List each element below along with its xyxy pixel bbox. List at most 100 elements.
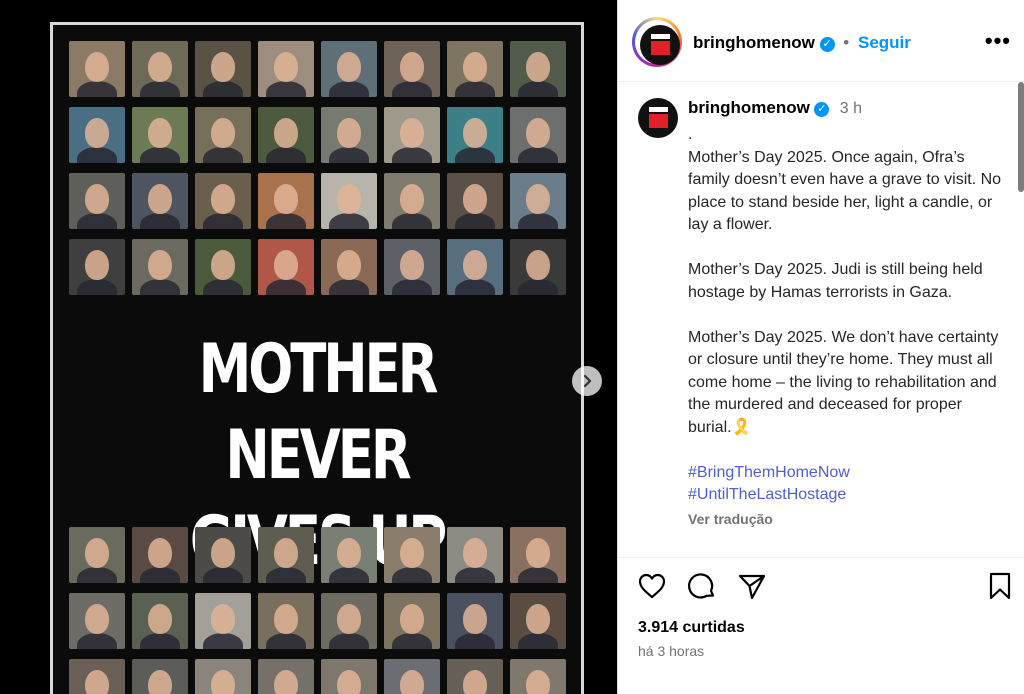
verified-icon: ✓ (814, 102, 830, 117)
hostage-photo (69, 107, 125, 163)
poster-image: MOTHER NEVER GIVES UP (50, 22, 584, 694)
hostage-photo (384, 173, 440, 229)
header-separator: • (843, 33, 850, 52)
hostage-photo (510, 659, 566, 694)
caption-paragraph: Mother’s Day 2025. Once again, Ofra’s fa… (688, 148, 1002, 234)
hostage-photo (321, 173, 377, 229)
comment-button[interactable] (686, 570, 718, 602)
hostage-photo (384, 107, 440, 163)
hostage-photo (321, 659, 377, 694)
hostage-photo (195, 239, 251, 295)
share-icon (738, 574, 766, 600)
hostage-photo (384, 593, 440, 649)
story-ring[interactable] (632, 17, 682, 67)
scrollbar-thumb[interactable] (1018, 82, 1024, 192)
header-username[interactable]: bringhomenow (693, 33, 815, 52)
comment-icon (687, 573, 715, 599)
hostage-photo (447, 239, 503, 295)
chevron-right-icon (583, 374, 592, 388)
action-bar (618, 570, 1024, 610)
hostage-photo (447, 107, 503, 163)
hostage-photo (258, 659, 314, 694)
post-time[interactable]: há 3 horas (638, 643, 704, 659)
hostage-photo (69, 659, 125, 694)
hostage-photo (447, 659, 503, 694)
avatar[interactable] (640, 25, 680, 65)
hostage-photo (447, 527, 503, 583)
hostage-photo (258, 107, 314, 163)
more-options-icon[interactable]: ••• (985, 28, 1011, 54)
hostage-photo (69, 239, 125, 295)
hostage-photo (132, 107, 188, 163)
hostage-photo (132, 41, 188, 97)
hostage-photo (321, 593, 377, 649)
hostage-photo (195, 173, 251, 229)
hostage-photo (321, 527, 377, 583)
hostage-photo (132, 239, 188, 295)
hostage-photo (69, 593, 125, 649)
see-translation-link[interactable]: Ver tradução (688, 508, 1008, 531)
caption-text: . Mother’s Day 2025. Once again, Ofra’s … (688, 124, 1008, 530)
follow-button[interactable]: Seguir (858, 33, 911, 52)
hostage-photo (510, 41, 566, 97)
hostage-photo (132, 659, 188, 694)
hostage-photo (384, 527, 440, 583)
faces-grid-top (69, 41, 566, 295)
hostage-photo (258, 527, 314, 583)
bookmark-icon (989, 572, 1011, 600)
hostage-photo (447, 593, 503, 649)
hostage-photo (195, 659, 251, 694)
hostage-photo (195, 593, 251, 649)
hostage-photo (384, 41, 440, 97)
hostage-photo (447, 173, 503, 229)
hostage-photo (69, 527, 125, 583)
caption-scrollbar[interactable] (1016, 82, 1024, 558)
share-button[interactable] (736, 570, 768, 602)
hostage-photo (258, 173, 314, 229)
caption-user-line: bringhomenow ✓ 3 h (688, 98, 862, 118)
faces-grid-bottom (69, 527, 566, 694)
hostage-photo (321, 41, 377, 97)
hostage-photo (510, 173, 566, 229)
hostage-photo (321, 107, 377, 163)
post-panel: bringhomenow ✓ • Seguir ••• bringhomenow… (617, 0, 1024, 694)
hostage-photo (510, 593, 566, 649)
hostage-photo (321, 239, 377, 295)
hostage-photo (195, 527, 251, 583)
hostage-photo (195, 107, 251, 163)
post-media[interactable]: MOTHER NEVER GIVES UP (0, 0, 617, 694)
heart-icon (638, 573, 666, 599)
hostage-photo (132, 593, 188, 649)
verified-icon: ✓ (819, 37, 835, 52)
hostage-photo (258, 41, 314, 97)
hostage-photo (510, 239, 566, 295)
hashtag-link[interactable]: #UntilTheLastHostage (688, 484, 1008, 507)
likes-count[interactable]: 3.914 curtidas (638, 619, 745, 637)
caption-dot: . (688, 126, 693, 143)
hostage-photo (132, 527, 188, 583)
hostage-photo (69, 173, 125, 229)
post-header: bringhomenow ✓ • Seguir ••• (618, 0, 1024, 82)
hostage-photo (258, 239, 314, 295)
like-button[interactable] (636, 570, 668, 602)
caption-avatar[interactable] (638, 98, 678, 138)
hostage-photo (447, 41, 503, 97)
hostage-photo (384, 239, 440, 295)
caption-area: bringhomenow ✓ 3 h . Mother’s Day 2025. … (618, 82, 1024, 558)
hostage-photo (384, 659, 440, 694)
next-slide-button[interactable] (572, 366, 602, 396)
caption-paragraph: Mother’s Day 2025. Judi is still being h… (688, 261, 983, 301)
hashtag-link[interactable]: #BringThemHomeNow (688, 462, 1008, 485)
hostage-photo (258, 593, 314, 649)
hostage-photo (510, 527, 566, 583)
hostage-photo (132, 173, 188, 229)
save-button[interactable] (984, 570, 1016, 602)
hostage-photo (69, 41, 125, 97)
header-user-line: bringhomenow ✓ • Seguir (693, 33, 911, 53)
hostage-photo (195, 41, 251, 97)
headline-line-1: MOTHER NEVER (198, 330, 439, 495)
hostage-photo (510, 107, 566, 163)
caption-paragraph: Mother’s Day 2025. We don’t have certain… (688, 328, 999, 436)
caption-timestamp[interactable]: 3 h (840, 100, 862, 117)
caption-username[interactable]: bringhomenow (688, 98, 810, 117)
